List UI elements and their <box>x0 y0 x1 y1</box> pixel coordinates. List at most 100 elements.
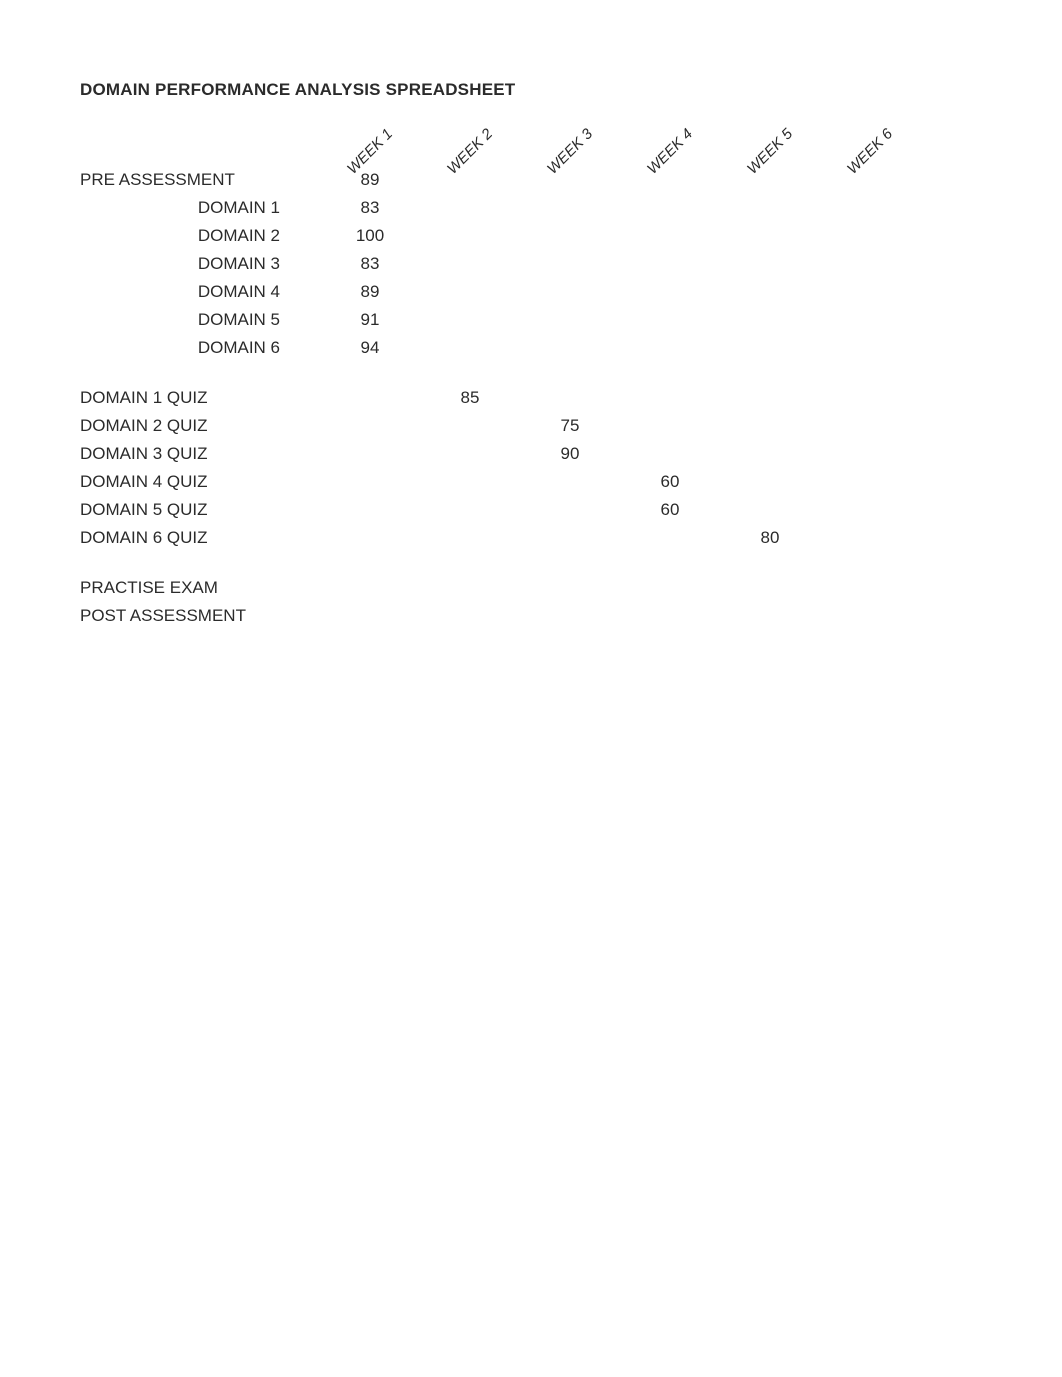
cell <box>720 496 820 524</box>
row-label: DOMAIN 5 <box>80 306 320 334</box>
col-header-week-3: WEEK 3 <box>520 118 620 166</box>
cell <box>520 334 620 362</box>
cell <box>620 166 720 194</box>
header-row: WEEK 1 WEEK 2 WEEK 3 WEEK 4 WEEK 5 WEEK … <box>80 118 920 166</box>
cell <box>720 278 820 306</box>
cell <box>420 278 520 306</box>
header-blank <box>80 118 320 166</box>
cell <box>420 166 520 194</box>
cell <box>720 384 820 412</box>
cell <box>720 306 820 334</box>
row-label: DOMAIN 1 QUIZ <box>80 384 320 412</box>
cell: 75 <box>520 412 620 440</box>
cell <box>520 194 620 222</box>
cell <box>720 334 820 362</box>
cell <box>820 440 920 468</box>
cell <box>620 334 720 362</box>
row-label: DOMAIN 6 QUIZ <box>80 524 320 552</box>
col-header-week-5: WEEK 5 <box>720 118 820 166</box>
cell <box>720 468 820 496</box>
row-label: DOMAIN 5 QUIZ <box>80 496 320 524</box>
cell <box>620 250 720 278</box>
cell <box>620 194 720 222</box>
cell <box>720 250 820 278</box>
cell <box>820 468 920 496</box>
cell <box>620 306 720 334</box>
cell <box>320 468 420 496</box>
cell <box>720 574 820 602</box>
cell <box>520 250 620 278</box>
col-header-week-4: WEEK 4 <box>620 118 720 166</box>
cell <box>520 384 620 412</box>
cell <box>620 412 720 440</box>
row-label: DOMAIN 6 <box>80 334 320 362</box>
cell <box>720 440 820 468</box>
spacer-row <box>80 362 920 384</box>
cell <box>820 602 920 630</box>
table-row: DOMAIN 6 QUIZ 80 <box>80 524 920 552</box>
cell <box>520 602 620 630</box>
cell <box>320 574 420 602</box>
row-label: DOMAIN 2 <box>80 222 320 250</box>
cell: 100 <box>320 222 420 250</box>
spreadsheet-page: DOMAIN PERFORMANCE ANALYSIS SPREADSHEET … <box>0 0 1062 630</box>
cell <box>820 524 920 552</box>
cell <box>320 412 420 440</box>
cell <box>820 278 920 306</box>
cell <box>420 524 520 552</box>
cell <box>520 468 620 496</box>
cell <box>720 412 820 440</box>
cell <box>520 222 620 250</box>
cell: 83 <box>320 194 420 222</box>
table-body: PRE ASSESSMENT89DOMAIN 183DOMAIN 2100DOM… <box>80 166 920 630</box>
cell <box>820 250 920 278</box>
cell <box>420 334 520 362</box>
cell <box>620 574 720 602</box>
cell <box>420 222 520 250</box>
cell <box>320 496 420 524</box>
table-row: DOMAIN 4 QUIZ60 <box>80 468 920 496</box>
row-label: DOMAIN 3 QUIZ <box>80 440 320 468</box>
cell <box>820 306 920 334</box>
cell <box>620 602 720 630</box>
table-row: DOMAIN 383 <box>80 250 920 278</box>
table-row: DOMAIN 2 QUIZ 75 <box>80 412 920 440</box>
row-label: DOMAIN 4 QUIZ <box>80 468 320 496</box>
table-row: DOMAIN 591 <box>80 306 920 334</box>
table-row: PRACTISE EXAM <box>80 574 920 602</box>
cell: 90 <box>520 440 620 468</box>
row-label: DOMAIN 1 <box>80 194 320 222</box>
row-label: PRE ASSESSMENT <box>80 166 320 194</box>
spacer-cell <box>80 362 920 384</box>
cell <box>320 602 420 630</box>
cell <box>420 412 520 440</box>
cell <box>520 524 620 552</box>
cell <box>320 384 420 412</box>
cell <box>420 468 520 496</box>
page-title: DOMAIN PERFORMANCE ANALYSIS SPREADSHEET <box>80 80 992 100</box>
cell <box>420 496 520 524</box>
row-label: DOMAIN 2 QUIZ <box>80 412 320 440</box>
cell <box>820 574 920 602</box>
cell <box>820 334 920 362</box>
spacer-cell <box>80 552 920 574</box>
cell <box>620 278 720 306</box>
cell <box>820 384 920 412</box>
table-row: DOMAIN 2100 <box>80 222 920 250</box>
spacer-row <box>80 552 920 574</box>
cell <box>820 166 920 194</box>
cell <box>420 574 520 602</box>
cell <box>520 496 620 524</box>
cell <box>820 194 920 222</box>
cell <box>720 166 820 194</box>
cell <box>720 602 820 630</box>
cell: 89 <box>320 278 420 306</box>
cell: 89 <box>320 166 420 194</box>
table-row: DOMAIN 183 <box>80 194 920 222</box>
table-row: DOMAIN 5 QUIZ60 <box>80 496 920 524</box>
row-label: DOMAIN 3 <box>80 250 320 278</box>
cell <box>520 166 620 194</box>
cell <box>420 194 520 222</box>
data-table: WEEK 1 WEEK 2 WEEK 3 WEEK 4 WEEK 5 WEEK … <box>80 118 920 630</box>
cell: 80 <box>720 524 820 552</box>
